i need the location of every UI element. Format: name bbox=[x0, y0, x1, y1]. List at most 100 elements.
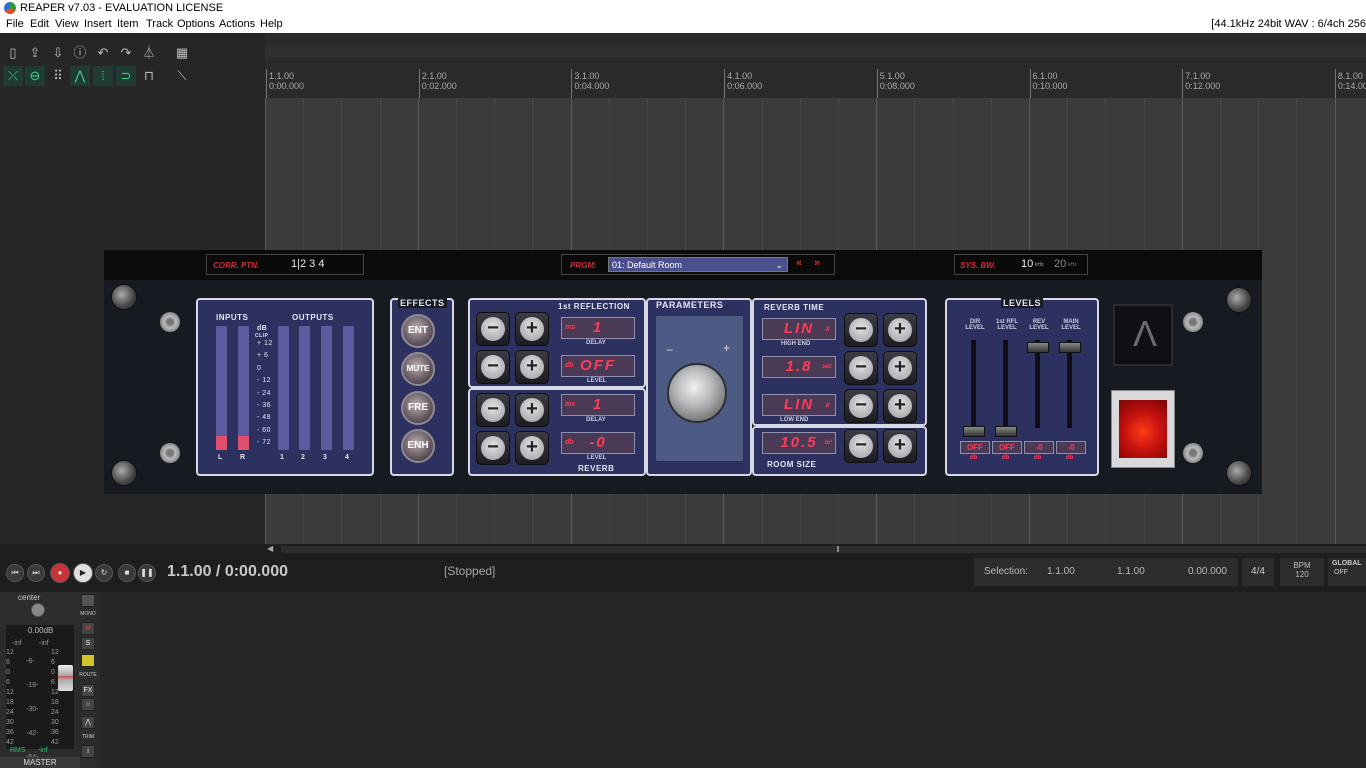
low-end-plus-button[interactable]: + bbox=[883, 389, 917, 423]
sys-bw-10[interactable]: 10 bbox=[1021, 258, 1033, 270]
snap-grid-icon[interactable]: ⦙ bbox=[93, 66, 113, 86]
volume-fader[interactable] bbox=[58, 665, 73, 691]
corr-ptn-values[interactable]: 1|2 3 4 bbox=[291, 258, 324, 270]
reverb-time-display[interactable]: 1.8 sec bbox=[762, 356, 836, 378]
selection-length[interactable]: 0.00.000 bbox=[1188, 558, 1227, 586]
time-signature[interactable]: 4/4 bbox=[1242, 558, 1274, 586]
level-fader-slot[interactable] bbox=[971, 340, 976, 428]
level-fader-slot[interactable] bbox=[1035, 340, 1040, 428]
menu-file[interactable]: File bbox=[6, 16, 24, 33]
mute-button[interactable]: M bbox=[81, 622, 95, 635]
menu-help[interactable]: Help bbox=[260, 16, 283, 33]
stop-icon[interactable]: ■ bbox=[118, 564, 136, 582]
redo-icon[interactable]: ↷ bbox=[116, 43, 136, 63]
undo-icon[interactable]: ↶ bbox=[93, 43, 113, 63]
room-size-display[interactable]: 10.5 m² bbox=[762, 432, 836, 454]
fx-button[interactable]: FX bbox=[81, 684, 95, 697]
mute-button[interactable]: MUTE bbox=[401, 352, 435, 386]
save-project-icon[interactable]: ⇩ bbox=[48, 43, 68, 63]
level-fader-slot[interactable] bbox=[1067, 340, 1072, 428]
prev-program-icon[interactable]: « bbox=[796, 257, 802, 269]
corr-ptn-display[interactable]: CORR. PTN. 1|2 3 4 bbox=[206, 254, 364, 275]
reverb-time-plus-button[interactable]: + bbox=[883, 351, 917, 385]
rev-level-minus-button[interactable]: − bbox=[476, 431, 510, 465]
trim-envelope-icon[interactable]: ⋀ bbox=[81, 716, 95, 729]
go-to-end-icon[interactable]: ⏭ bbox=[27, 564, 45, 582]
power-button[interactable] bbox=[1111, 390, 1175, 468]
ripple-edit-icon[interactable]: ⤫ bbox=[3, 66, 23, 86]
rev-level-display[interactable]: db -0 bbox=[561, 432, 635, 454]
mono-button[interactable] bbox=[81, 594, 95, 607]
play-icon[interactable]: ▶ bbox=[73, 563, 93, 583]
grid-view-icon[interactable]: ▦ bbox=[172, 43, 192, 63]
next-program-icon[interactable]: » bbox=[814, 257, 820, 269]
record-icon[interactable]: ● bbox=[50, 563, 70, 583]
scrollbar-thumb[interactable] bbox=[281, 546, 1366, 553]
fr-delay-minus-button[interactable]: − bbox=[476, 312, 510, 346]
fr-delay-plus-button[interactable]: + bbox=[515, 312, 549, 346]
time-position[interactable]: 1.1.00 / 0:00.000 bbox=[167, 563, 288, 581]
loop-icon[interactable]: ⊃ bbox=[116, 66, 136, 86]
fr-level-minus-button[interactable]: − bbox=[476, 350, 510, 384]
low-end-minus-button[interactable]: − bbox=[844, 389, 878, 423]
high-end-display[interactable]: LIN x bbox=[762, 318, 836, 340]
rev-delay-plus-button[interactable]: + bbox=[515, 393, 549, 427]
room-size-minus-button[interactable]: − bbox=[844, 429, 878, 463]
rev-delay-minus-button[interactable]: − bbox=[476, 393, 510, 427]
fr-delay-display[interactable]: ms 1 bbox=[561, 317, 635, 339]
volume-readout[interactable]: 0.00dB bbox=[28, 626, 53, 635]
menu-view[interactable]: View bbox=[55, 16, 79, 33]
open-project-icon[interactable]: ⇪ bbox=[25, 43, 45, 63]
route-icon[interactable] bbox=[81, 654, 95, 667]
program-select[interactable]: 01: Default Room ⌄ bbox=[608, 257, 788, 272]
high-end-minus-button[interactable]: − bbox=[844, 313, 878, 347]
level-fader-slot[interactable] bbox=[1003, 340, 1008, 428]
level-fader-cap[interactable] bbox=[1027, 342, 1049, 353]
new-project-icon[interactable]: ▯ bbox=[3, 43, 23, 63]
low-end-display[interactable]: LIN x bbox=[762, 394, 836, 416]
timeline-ruler[interactable]: 1.1.00 0:00.000 2.1.00 0:02.000 3.1.00 0:04.0… bbox=[265, 33, 1366, 98]
sys-bw-20[interactable]: 20 bbox=[1054, 258, 1066, 270]
global-value[interactable]: OFF bbox=[1334, 569, 1366, 576]
cursor-tool-icon[interactable]: ⟍ bbox=[172, 66, 192, 86]
pause-icon[interactable]: ❚❚ bbox=[138, 564, 156, 582]
fr-level-display[interactable]: db OFF bbox=[561, 355, 635, 377]
ent-button[interactable]: ENT bbox=[401, 314, 435, 348]
project-settings-icon[interactable]: ⓘ bbox=[70, 43, 90, 63]
level-fader-cap[interactable] bbox=[995, 426, 1017, 437]
horizontal-scrollbar[interactable]: ◀ bbox=[265, 544, 1366, 556]
metronome-icon[interactable]: ⏃ bbox=[139, 43, 159, 63]
rev-level-plus-button[interactable]: + bbox=[515, 431, 549, 465]
solo-button[interactable]: S bbox=[81, 637, 95, 650]
menu-options[interactable]: Options bbox=[177, 16, 215, 33]
parameter-knob[interactable] bbox=[667, 363, 727, 423]
bpm-value[interactable]: 120 bbox=[1280, 570, 1324, 579]
auto-crossfade-icon[interactable]: ⋀ bbox=[70, 66, 90, 86]
menu-actions[interactable]: Actions bbox=[219, 16, 255, 33]
fr-level-plus-button[interactable]: + bbox=[515, 350, 549, 384]
selection-box[interactable]: Selection: 1.1.00 1.1.00 0.00.000 bbox=[974, 558, 1238, 586]
reverb-time-minus-button[interactable]: − bbox=[844, 351, 878, 385]
scroll-left-icon[interactable]: ◀ bbox=[267, 544, 273, 553]
info-button[interactable]: i bbox=[81, 745, 95, 758]
enh-button[interactable]: ENH bbox=[401, 429, 435, 463]
ruler-region-strip[interactable] bbox=[265, 45, 1366, 57]
pan-knob[interactable] bbox=[31, 603, 45, 617]
go-to-start-icon[interactable]: ⏮ bbox=[6, 564, 24, 582]
level-fader-cap[interactable] bbox=[1059, 342, 1081, 353]
menu-insert[interactable]: Insert bbox=[84, 16, 112, 33]
item-grouping-icon[interactable]: ⊖ bbox=[25, 66, 45, 86]
sys-bw-display[interactable]: SYS. BW. 10 kHz 20 kHz bbox=[954, 254, 1088, 275]
fx-bypass-icon[interactable]: ○ bbox=[81, 698, 95, 711]
fre-button[interactable]: FRE bbox=[401, 391, 435, 425]
level-fader-cap[interactable] bbox=[963, 426, 985, 437]
rev-delay-display[interactable]: ms 1 bbox=[561, 394, 635, 416]
envelope-points-icon[interactable]: ⠿ bbox=[48, 66, 68, 86]
tempo-box[interactable]: BPM 120 bbox=[1280, 558, 1324, 586]
program-display[interactable]: PRGM: 01: Default Room ⌄ « » bbox=[561, 254, 835, 275]
selection-end[interactable]: 1.1.00 bbox=[1117, 558, 1145, 586]
selection-start[interactable]: 1.1.00 bbox=[1047, 558, 1075, 586]
menu-track[interactable]: Track bbox=[146, 16, 173, 33]
lock-icon[interactable]: ⊓ bbox=[139, 66, 159, 86]
menu-edit[interactable]: Edit bbox=[30, 16, 49, 33]
